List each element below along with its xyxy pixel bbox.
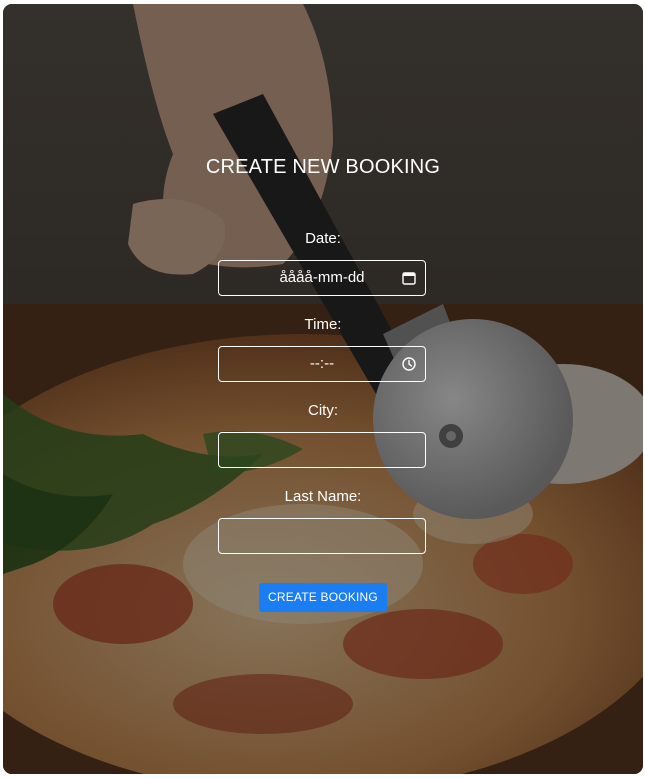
last-name-input-value: [219, 519, 425, 553]
city-input-value: [219, 433, 425, 467]
city-label: City:: [308, 402, 338, 419]
time-label: Time:: [304, 316, 342, 333]
time-input[interactable]: --:--: [218, 346, 426, 382]
date-input-value: åååå-mm-dd: [279, 269, 365, 286]
city-input[interactable]: [218, 432, 426, 468]
last-name-input[interactable]: [218, 518, 426, 554]
calendar-icon[interactable]: [401, 270, 417, 286]
date-label: Date:: [305, 230, 341, 247]
date-input[interactable]: åååå-mm-dd: [218, 260, 426, 296]
booking-form: CREATE NEW BOOKING Date: åååå-mm-dd Time…: [3, 4, 643, 774]
clock-icon[interactable]: [401, 356, 417, 372]
last-name-label: Last Name:: [284, 488, 362, 505]
time-input-value: --:--: [309, 355, 335, 372]
booking-card: CREATE NEW BOOKING Date: åååå-mm-dd Time…: [3, 4, 643, 774]
create-booking-button[interactable]: CREATE BOOKING: [259, 583, 387, 612]
page-title: CREATE NEW BOOKING: [205, 156, 441, 178]
